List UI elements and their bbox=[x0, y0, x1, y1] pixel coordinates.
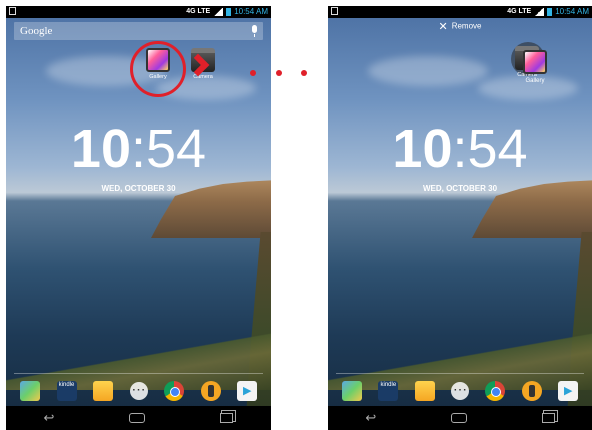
app-label: Camera bbox=[193, 74, 213, 80]
signal-icon bbox=[534, 7, 545, 16]
clock-hours: 10 bbox=[392, 119, 453, 179]
close-icon: ✕ bbox=[438, 21, 448, 33]
clock-hours: 10 bbox=[70, 119, 131, 179]
all-apps-icon[interactable] bbox=[450, 381, 469, 400]
dock-divider bbox=[14, 373, 263, 374]
dock: kindle bbox=[334, 378, 586, 404]
arrow-dot bbox=[276, 70, 282, 76]
app-label: Gallery bbox=[149, 74, 167, 80]
recent-apps-icon[interactable] bbox=[541, 413, 555, 423]
gallery-icon bbox=[146, 48, 170, 72]
email-icon[interactable] bbox=[414, 381, 435, 401]
battery-icon bbox=[547, 7, 553, 16]
mic-icon[interactable] bbox=[252, 25, 257, 37]
clock-widget[interactable]: 10:54 bbox=[6, 122, 271, 176]
dock-divider bbox=[336, 373, 584, 374]
arrow-dot bbox=[301, 70, 307, 76]
clock-minutes: 54 bbox=[467, 119, 528, 179]
dock: kindle bbox=[12, 378, 265, 404]
date-label: WED, OCTOBER 30 bbox=[101, 184, 176, 193]
status-time: 10:54 AM bbox=[555, 7, 589, 16]
chrome-icon[interactable] bbox=[485, 381, 506, 401]
navigation-bar: ↩ bbox=[6, 406, 271, 430]
email-icon[interactable] bbox=[93, 381, 113, 401]
notification-icon bbox=[9, 7, 16, 15]
remove-drop-target[interactable]: ✕ Remove bbox=[328, 20, 592, 36]
gallery-app-icon[interactable]: Gallery bbox=[143, 48, 173, 80]
all-apps-icon[interactable] bbox=[129, 381, 148, 400]
network-indicator: 4G LTE bbox=[186, 8, 211, 15]
music-icon[interactable] bbox=[521, 381, 542, 401]
back-icon[interactable]: ↩ bbox=[365, 410, 376, 426]
home-icon[interactable] bbox=[450, 413, 467, 423]
navigation-bar: ↩ bbox=[328, 406, 592, 430]
gallery-icon bbox=[523, 50, 547, 74]
arrow-dot bbox=[250, 70, 256, 76]
gallery-app-icon[interactable]: Gallery bbox=[520, 50, 550, 84]
google-logo: Google bbox=[20, 25, 53, 37]
google-search-bar[interactable]: Google bbox=[14, 22, 263, 40]
clock-separator: : bbox=[452, 119, 468, 179]
music-icon[interactable] bbox=[200, 381, 221, 401]
back-icon[interactable]: ↩ bbox=[44, 410, 55, 426]
battery-icon bbox=[226, 7, 232, 16]
network-indicator: 4G LTE bbox=[507, 8, 532, 15]
clock-widget[interactable]: 10:54 bbox=[328, 122, 592, 176]
status-bar: 4G LTE 10:54 AM bbox=[328, 6, 592, 18]
home-icon[interactable] bbox=[129, 413, 146, 423]
play-store-icon[interactable] bbox=[237, 381, 257, 401]
home-screen-after: 4G LTE 10:54 AM ✕ Remove Camera Gallery 1… bbox=[328, 6, 592, 430]
signal-icon bbox=[213, 7, 224, 16]
remove-label: Remove bbox=[451, 21, 482, 31]
kindle-icon[interactable]: kindle bbox=[56, 381, 77, 401]
kindle-label: kindle bbox=[58, 382, 75, 388]
kindle-icon[interactable]: kindle bbox=[378, 381, 399, 401]
status-time: 10:54 AM bbox=[234, 7, 268, 16]
recent-apps-icon[interactable] bbox=[220, 413, 234, 423]
cloud bbox=[368, 56, 488, 86]
home-screen-before: 4G LTE 10:54 AM Google Gallery Camera 10… bbox=[6, 6, 271, 430]
status-bar: 4G LTE 10:54 AM bbox=[6, 6, 271, 18]
maps-icon[interactable] bbox=[20, 381, 40, 401]
maps-icon[interactable] bbox=[342, 381, 362, 401]
app-label: Gallery bbox=[525, 78, 545, 84]
clock-separator: : bbox=[130, 119, 146, 179]
kindle-label: kindle bbox=[380, 382, 397, 388]
clock-minutes: 54 bbox=[146, 119, 207, 179]
notification-icon bbox=[331, 7, 338, 15]
chrome-icon[interactable] bbox=[164, 381, 184, 401]
date-label: WED, OCTOBER 30 bbox=[422, 184, 498, 193]
play-store-icon[interactable] bbox=[557, 381, 578, 401]
